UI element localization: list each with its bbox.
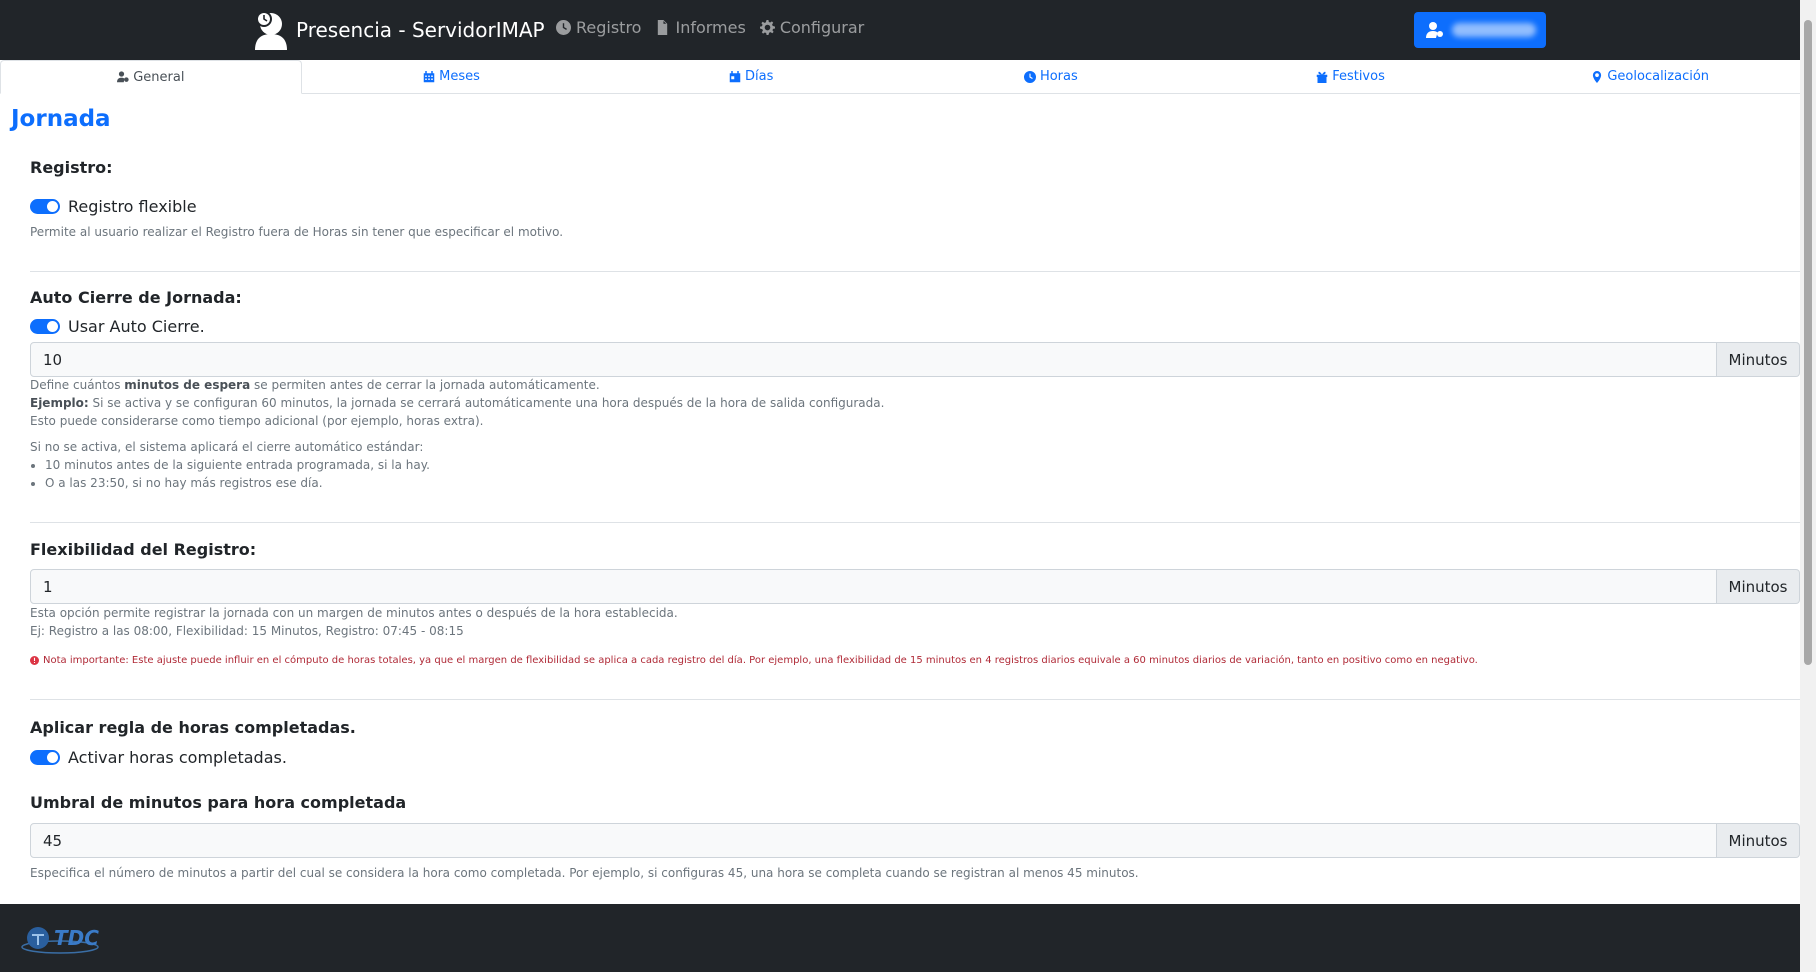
auto-cierre-input-group: Minutos [30, 342, 1800, 377]
input-unit-addon: Minutos [1717, 569, 1800, 604]
nav-links: Registro Informes Configurar [556, 18, 864, 37]
page-scrollbar[interactable] [1800, 0, 1816, 972]
flexibilidad-help: Esta opción permite registrar la jornada… [30, 604, 678, 640]
nav-link-label: Informes [675, 18, 746, 37]
exclamation-circle-icon [30, 656, 39, 665]
list-item: O a las 23:50, si no hay más registros e… [45, 474, 884, 492]
input-unit-addon: Minutos [1717, 342, 1800, 377]
horas-completadas-row: Activar horas completadas. [30, 748, 287, 767]
footer: TDC [0, 904, 1800, 972]
help-line: Ejemplo: Si se activa y se configuran 60… [30, 396, 885, 410]
tab-meses[interactable]: Meses [302, 60, 602, 93]
page-title: Jornada [11, 106, 111, 132]
help-line: Define cuántos minutos de espera se perm… [30, 378, 600, 392]
section-title-umbral: Umbral de minutos para hora completada [30, 793, 407, 812]
section-title-auto-cierre: Auto Cierre de Jornada: [30, 288, 242, 307]
switch-label: Activar horas completadas. [68, 748, 287, 767]
user-gear-icon [117, 71, 129, 83]
user-clock-logo-icon [255, 11, 287, 50]
gear-icon [759, 20, 775, 35]
tab-geolocalizacion[interactable]: Geolocalización [1500, 60, 1800, 93]
input-unit-addon: Minutos [1717, 823, 1800, 858]
registro-help: Permite al usuario realizar el Registro … [30, 225, 564, 239]
clock-icon [1023, 70, 1036, 83]
switch-label: Registro flexible [68, 197, 197, 216]
help-line: Ej: Registro a las 08:00, Flexibilidad: … [30, 624, 464, 638]
umbral-input-group: Minutos [30, 823, 1800, 858]
footer-logo-text: TDC [54, 926, 99, 950]
section-divider [30, 522, 1800, 523]
horas-completadas-switch[interactable] [30, 750, 60, 765]
flexibilidad-input-group: Minutos [30, 569, 1800, 604]
flexibilidad-warning: Nota importante: Este ajuste puede influ… [30, 655, 1478, 666]
auto-cierre-help: Define cuántos minutos de espera se perm… [30, 376, 884, 492]
warning-text: Nota importante: Este ajuste puede influ… [43, 655, 1478, 666]
tab-label: Festivos [1332, 69, 1385, 84]
auto-cierre-switch[interactable] [30, 319, 60, 334]
tdc-logo-icon: TDC [21, 926, 99, 954]
tab-content-general: Jornada Registro: Registro flexible Perm… [0, 94, 1800, 904]
section-title-horas-completadas: Aplicar regla de horas completadas. [30, 718, 356, 737]
config-tabs: General Meses Días Horas Festivos Geoloc… [0, 60, 1800, 94]
brand[interactable]: Presencia - ServidorIMAP [252, 10, 545, 50]
tab-dias[interactable]: Días [601, 60, 901, 93]
calendar-grid-icon [423, 70, 435, 82]
nav-link-informes[interactable]: Informes [655, 18, 746, 37]
gift-icon [1316, 71, 1328, 83]
nav-link-label: Configurar [779, 18, 865, 37]
help-line: Esta opción permite registrar la jornada… [30, 606, 678, 620]
nav-link-registro[interactable]: Registro [556, 18, 641, 37]
section-divider [30, 699, 1800, 700]
flexibilidad-minutes-input[interactable] [30, 569, 1717, 604]
user-menu-button[interactable] [1414, 12, 1546, 48]
tab-label: Días [744, 69, 774, 84]
tab-horas[interactable]: Horas [901, 60, 1201, 93]
help-line: Esto puede considerarse como tiempo adic… [30, 414, 484, 428]
section-title-flexibilidad: Flexibilidad del Registro: [30, 540, 257, 559]
nav-link-label: Registro [576, 18, 642, 37]
help-line: Si no se activa, el sistema aplicará el … [30, 440, 424, 454]
tab-label: Horas [1039, 69, 1078, 84]
map-pin-icon [1593, 70, 1602, 83]
umbral-minutes-input[interactable] [30, 823, 1717, 858]
registro-flexible-row: Registro flexible [30, 197, 197, 216]
tab-label: General [133, 69, 185, 85]
switch-label: Usar Auto Cierre. [68, 317, 205, 336]
scrollbar-thumb[interactable] [1804, 20, 1812, 665]
nav-link-configurar[interactable]: Configurar [759, 18, 865, 37]
list-item: 10 minutos antes de la siguiente entrada… [45, 456, 884, 474]
auto-cierre-row: Usar Auto Cierre. [30, 317, 205, 336]
brand-title: Presencia - ServidorIMAP [296, 18, 545, 42]
section-divider [30, 271, 1800, 272]
file-icon [658, 20, 668, 35]
user-name-blurred [1452, 23, 1536, 37]
top-navbar: Presencia - ServidorIMAP Registro Inform… [0, 0, 1800, 60]
help-list: 10 minutos antes de la siguiente entrada… [30, 456, 884, 492]
section-title-registro: Registro: [30, 158, 113, 177]
registro-flexible-switch[interactable] [30, 199, 60, 214]
tab-festivos[interactable]: Festivos [1201, 60, 1501, 93]
user-gear-icon [1426, 22, 1443, 38]
umbral-help: Especifica el número de minutos a partir… [30, 866, 1139, 880]
tab-general[interactable]: General [0, 60, 302, 94]
calendar-day-icon [729, 70, 741, 82]
auto-cierre-minutes-input[interactable] [30, 342, 1717, 377]
clock-icon [556, 20, 571, 35]
tab-label: Geolocalización [1607, 69, 1710, 84]
tab-label: Meses [439, 69, 480, 84]
